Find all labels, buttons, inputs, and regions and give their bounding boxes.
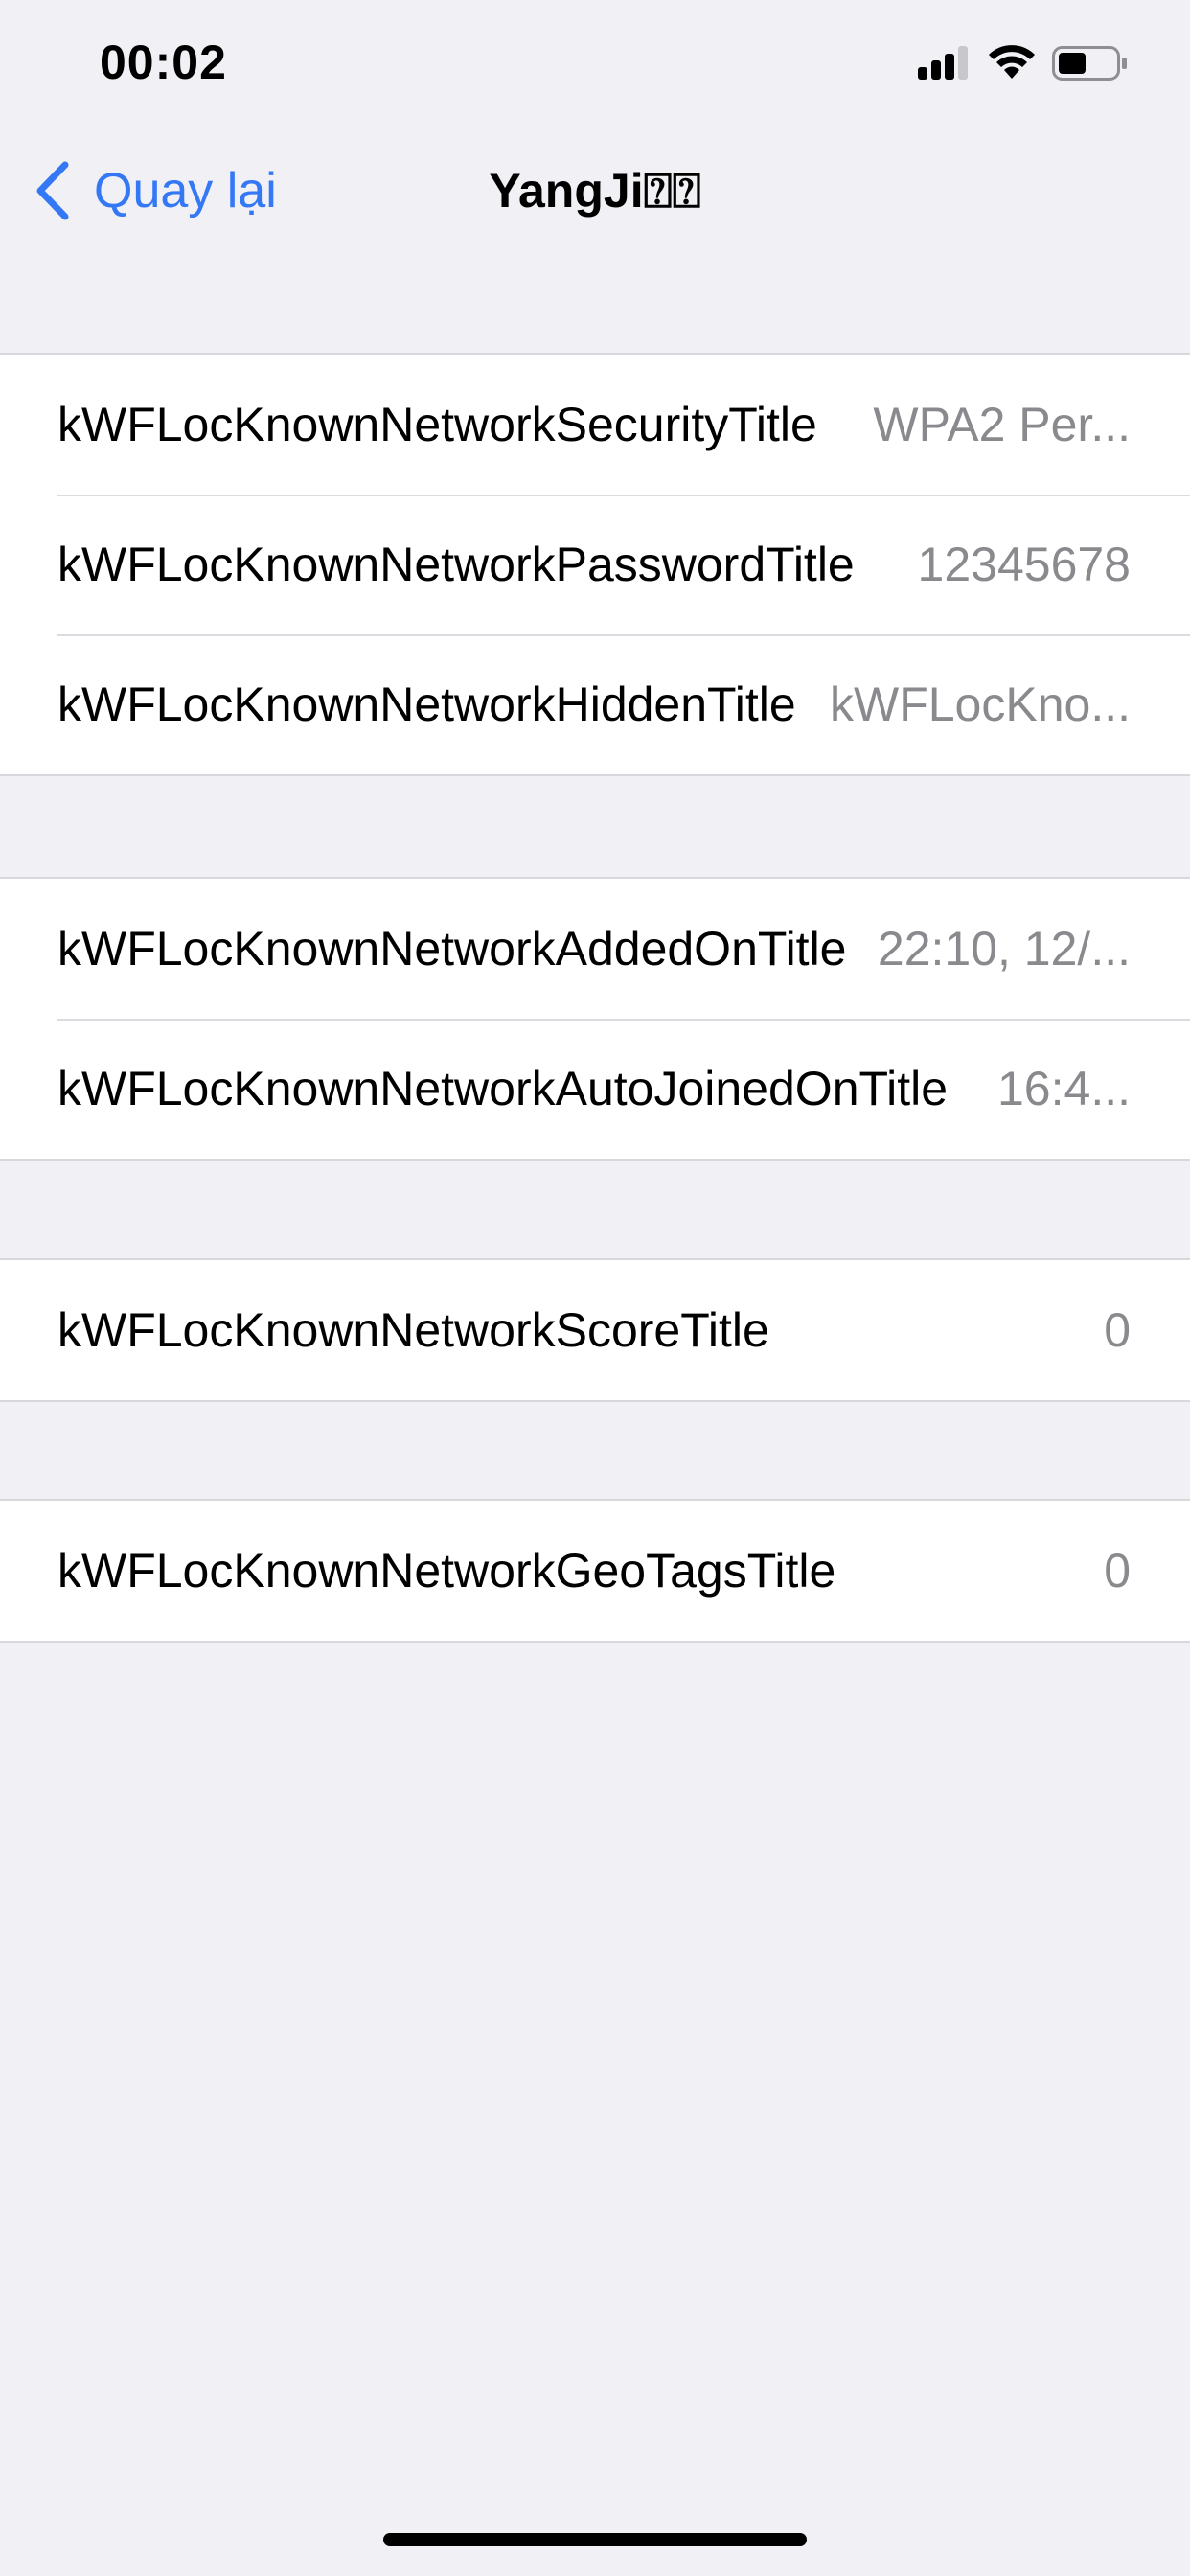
row-value: 16:4... xyxy=(997,1062,1131,1116)
row-value: kWFLocKno... xyxy=(830,678,1131,731)
row-title: kWFLocKnownNetworkGeoTagsTitle xyxy=(57,1544,836,1598)
navigation-bar: YangJi⍰⍰ Quay lại xyxy=(0,126,1190,253)
list-item-auto-joined-on[interactable]: kWFLocKnownNetworkAutoJoinedOnTitle 16:4… xyxy=(0,1019,1190,1159)
list-item-security[interactable]: kWFLocKnownNetworkSecurityTitle WPA2 Per… xyxy=(0,355,1190,494)
list-item-score[interactable]: kWFLocKnownNetworkScoreTitle 0 xyxy=(0,1260,1190,1400)
battery-icon xyxy=(1052,46,1127,80)
row-value: 22:10, 12/... xyxy=(877,922,1131,976)
home-indicator[interactable] xyxy=(383,2533,807,2546)
row-title: kWFLocKnownNetworkHiddenTitle xyxy=(57,678,796,731)
back-button-label: Quay lại xyxy=(94,163,277,218)
list-item-geotags[interactable]: kWFLocKnownNetworkGeoTagsTitle 0 xyxy=(0,1501,1190,1641)
row-title: kWFLocKnownNetworkAutoJoinedOnTitle xyxy=(57,1062,949,1116)
chevron-left-icon xyxy=(36,161,69,220)
status-time: 00:02 xyxy=(100,35,227,89)
settings-group-geotags: kWFLocKnownNetworkGeoTagsTitle 0 xyxy=(0,1499,1190,1643)
row-value: 12345678 xyxy=(917,538,1131,591)
settings-group-network: kWFLocKnownNetworkSecurityTitle WPA2 Per… xyxy=(0,353,1190,776)
row-title: kWFLocKnownNetworkSecurityTitle xyxy=(57,398,817,451)
list-item-hidden[interactable]: kWFLocKnownNetworkHiddenTitle kWFLocKno.… xyxy=(0,634,1190,774)
back-button[interactable]: Quay lại xyxy=(34,159,277,222)
settings-group-score: kWFLocKnownNetworkScoreTitle 0 xyxy=(0,1258,1190,1402)
row-title: kWFLocKnownNetworkPasswordTitle xyxy=(57,538,855,591)
settings-group-dates: kWFLocKnownNetworkAddedOnTitle 22:10, 12… xyxy=(0,877,1190,1161)
status-bar: 00:02 xyxy=(0,0,1190,126)
row-title: kWFLocKnownNetworkScoreTitle xyxy=(57,1303,769,1357)
list-item-added-on[interactable]: kWFLocKnownNetworkAddedOnTitle 22:10, 12… xyxy=(0,879,1190,1019)
row-value: 0 xyxy=(1104,1303,1131,1357)
row-title: kWFLocKnownNetworkAddedOnTitle xyxy=(57,922,847,976)
list-item-password[interactable]: kWFLocKnownNetworkPasswordTitle 12345678 xyxy=(0,494,1190,634)
row-value: 0 xyxy=(1104,1544,1131,1598)
cellular-signal-icon xyxy=(918,46,968,80)
wifi-icon xyxy=(989,45,1035,79)
row-value: WPA2 Per... xyxy=(873,398,1131,451)
